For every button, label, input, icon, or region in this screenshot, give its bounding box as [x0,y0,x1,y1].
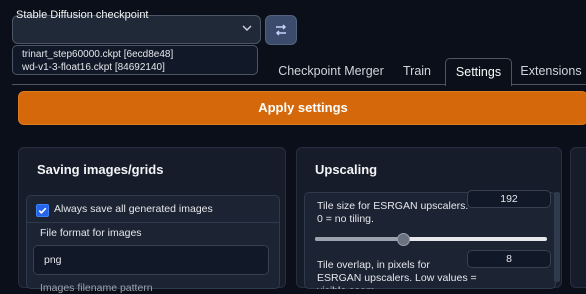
filename-pattern-label: Images filename pattern [40,282,153,294]
checkpoint-label: Stable Diffusion checkpoint [16,9,149,21]
always-save-checkbox[interactable] [36,204,49,217]
saving-images-panel: Saving images/grids Always save all gene… [18,147,286,294]
checkpoint-option[interactable]: wd-v1-3-float16.ckpt [84692140] [22,61,257,74]
apply-settings-button[interactable]: Apply settings [18,91,586,125]
tile-overlap-input[interactable]: 8 [467,250,551,268]
upscaling-panel: Upscaling Tile size for ESRGAN upscalers… [296,147,562,289]
chevron-down-icon [242,25,252,31]
divider [27,222,279,223]
saving-settings-box: Always save all generated images File fo… [26,195,280,294]
tab-settings[interactable]: Settings [445,58,512,86]
tile-size-label: Tile size for ESRGAN upscalers. 0 = no t… [317,200,469,225]
refresh-icon [275,24,287,36]
always-save-label: Always save all generated images [54,203,213,215]
panel-title: Saving images/grids [37,162,164,177]
tile-size-input[interactable]: 192 [467,190,551,208]
slider-thumb[interactable] [397,233,411,246]
checkpoint-options-list: trinart_step60000.ckpt [6ecd8e48] wd-v1-… [12,45,258,75]
checkpoint-option[interactable]: trinart_step60000.ckpt [6ecd8e48] [22,48,257,61]
check-icon [38,207,47,214]
tile-size-slider[interactable] [315,233,547,246]
next-panel [570,147,586,288]
tab-train[interactable]: Train [394,58,440,84]
file-format-input[interactable]: png [33,245,269,275]
panel-title: Upscaling [315,162,378,177]
tab-extensions[interactable]: Extensions [516,58,586,84]
upscaling-settings-box: Tile size for ESRGAN upscalers. 0 = no t… [304,190,556,289]
scrollbar[interactable] [554,192,560,282]
slider-fill [315,237,404,241]
file-format-label: File format for images [40,227,142,239]
tile-overlap-label: Tile overlap, in pixels for ESRGAN upsca… [317,259,477,289]
refresh-checkpoint-button[interactable] [265,15,297,45]
tab-checkpoint-merger[interactable]: Checkpoint Merger [276,58,386,84]
